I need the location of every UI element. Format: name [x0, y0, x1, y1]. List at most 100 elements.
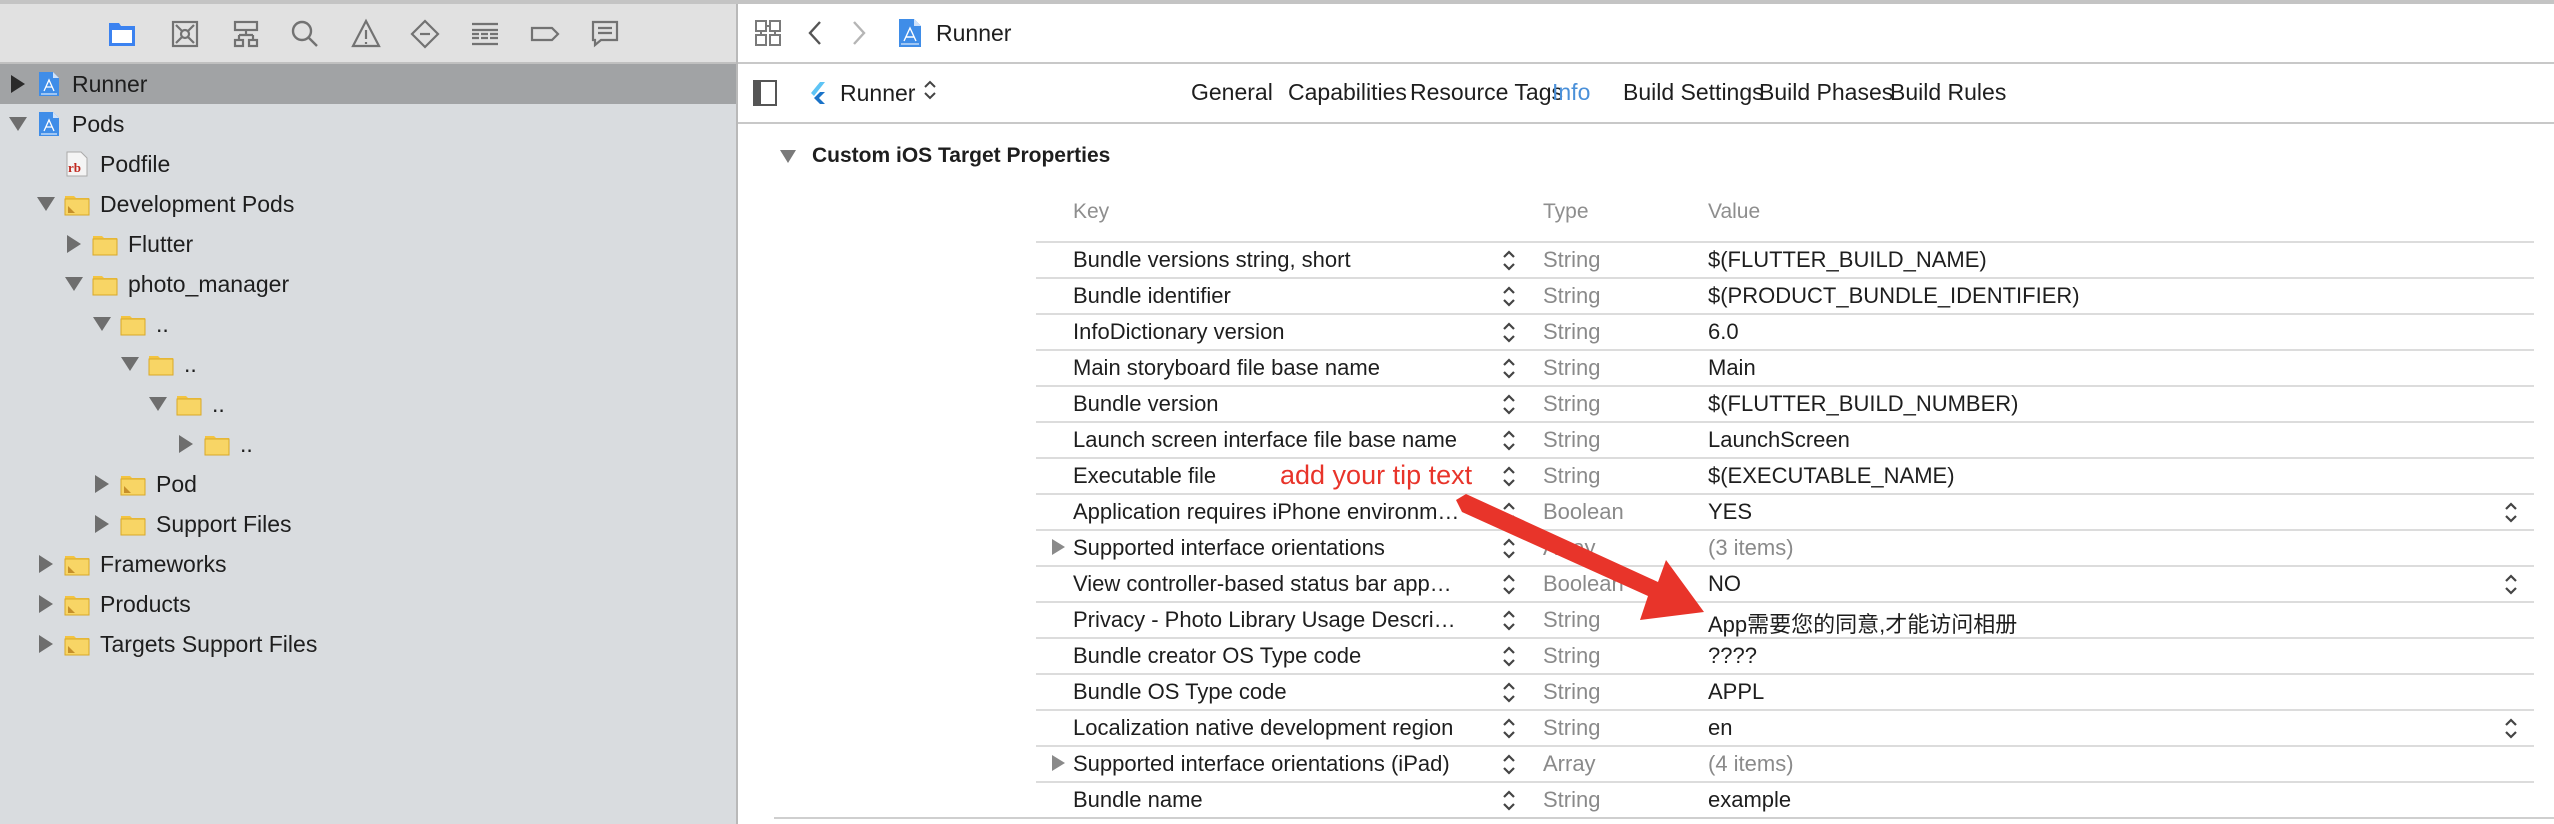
tree-item[interactable]: ..	[0, 384, 736, 424]
value-popup-chevrons-icon[interactable]	[2502, 497, 2520, 527]
key-popup-chevrons-icon[interactable]	[1500, 497, 1518, 527]
plist-row[interactable]: InfoDictionary version String 6.0	[1036, 313, 2534, 349]
plist-row[interactable]: Privacy - Photo Library Usage Descri… Str…	[1036, 601, 2534, 637]
value-popup-chevrons-icon[interactable]	[2502, 713, 2520, 743]
column-header-key[interactable]: Key	[1073, 200, 1109, 224]
disclosure-expanded-icon[interactable]	[148, 394, 168, 414]
disclosure-collapsed-icon[interactable]	[64, 234, 84, 254]
project-navigator-icon[interactable]	[105, 17, 139, 51]
key-popup-chevrons-icon[interactable]	[1500, 641, 1518, 671]
plist-key[interactable]: Supported interface orientations	[1073, 535, 1385, 561]
plist-row[interactable]: Localization native development region St…	[1036, 709, 2534, 745]
plist-key[interactable]: Bundle versions string, short	[1073, 247, 1351, 273]
plist-key[interactable]: Application requires iPhone environm…	[1073, 499, 1459, 525]
plist-value[interactable]: ????	[1708, 643, 1757, 669]
tree-item[interactable]: ..	[0, 344, 736, 384]
plist-type[interactable]: String	[1543, 355, 1600, 381]
issue-navigator-icon[interactable]	[349, 17, 383, 51]
plist-key[interactable]: Localization native development region	[1073, 715, 1453, 741]
plist-row[interactable]: Bundle version String $(FLUTTER_BUILD_NUMB…	[1036, 385, 2534, 421]
plist-type[interactable]: String	[1543, 643, 1600, 669]
symbol-navigator-icon[interactable]	[229, 17, 263, 51]
plist-value[interactable]: (3 items)	[1708, 535, 1794, 561]
plist-key[interactable]: Bundle OS Type code	[1073, 679, 1287, 705]
key-popup-chevrons-icon[interactable]	[1500, 317, 1518, 347]
plist-value[interactable]: Main	[1708, 355, 1756, 381]
disclosure-expanded-icon[interactable]	[120, 354, 140, 374]
plist-type[interactable]: String	[1543, 787, 1600, 813]
plist-type[interactable]: String	[1543, 319, 1600, 345]
plist-row[interactable]: View controller-based status bar app… Boo…	[1036, 565, 2534, 601]
tree-item[interactable]: Runner	[0, 64, 736, 104]
disclosure-collapsed-icon[interactable]	[176, 434, 196, 454]
key-popup-chevrons-icon[interactable]	[1500, 425, 1518, 455]
disclosure-collapsed-icon[interactable]	[36, 634, 56, 654]
plist-type[interactable]: Array	[1543, 751, 1596, 777]
test-navigator-icon[interactable]	[408, 17, 442, 51]
plist-value[interactable]: 6.0	[1708, 319, 1739, 345]
key-popup-chevrons-icon[interactable]	[1500, 785, 1518, 815]
tree-item[interactable]: Pods	[0, 104, 736, 144]
jump-bar-runner[interactable]: Runner	[898, 16, 1011, 50]
plist-key[interactable]: Bundle creator OS Type code	[1073, 643, 1361, 669]
plist-type[interactable]: String	[1543, 247, 1600, 273]
plist-row[interactable]: Bundle name String example	[1036, 781, 2534, 819]
plist-row[interactable]: Bundle OS Type code String APPL	[1036, 673, 2534, 709]
key-popup-chevrons-icon[interactable]	[1500, 461, 1518, 491]
plist-row[interactable]: Executable file String $(EXECUTABLE_NAME)	[1036, 457, 2534, 493]
plist-value[interactable]: $(FLUTTER_BUILD_NUMBER)	[1708, 391, 2019, 417]
plist-value[interactable]: $(PRODUCT_BUNDLE_IDENTIFIER)	[1708, 283, 2080, 309]
target-selector[interactable]: Runner	[808, 76, 937, 110]
key-popup-chevrons-icon[interactable]	[1500, 245, 1518, 275]
plist-value[interactable]: NO	[1708, 571, 1741, 597]
plist-key[interactable]: View controller-based status bar app…	[1073, 571, 1452, 597]
tree-item[interactable]: Products	[0, 584, 736, 624]
disclosure-collapsed-icon[interactable]	[36, 554, 56, 574]
source-control-navigator-icon[interactable]	[168, 17, 202, 51]
tree-item[interactable]: ..	[0, 424, 736, 464]
report-navigator-icon[interactable]	[588, 17, 622, 51]
plist-type[interactable]: String	[1543, 679, 1600, 705]
tree-item[interactable]: Flutter	[0, 224, 736, 264]
plist-key[interactable]: Executable file	[1073, 463, 1216, 489]
tab-info[interactable]: Info	[1552, 79, 1590, 106]
plist-value[interactable]: en	[1708, 715, 1732, 741]
expand-triangle-icon[interactable]	[1052, 539, 1065, 555]
tree-item[interactable]: Development Pods	[0, 184, 736, 224]
tab-build-settings[interactable]: Build Settings	[1623, 79, 1764, 106]
plist-value[interactable]: YES	[1708, 499, 1752, 525]
tab-build-phases[interactable]: Build Phases	[1759, 79, 1893, 106]
forward-chevron-icon[interactable]	[850, 16, 868, 50]
tree-item[interactable]: ..	[0, 304, 736, 344]
value-popup-chevrons-icon[interactable]	[2502, 569, 2520, 599]
key-popup-chevrons-icon[interactable]	[1500, 533, 1518, 563]
plist-value[interactable]: (4 items)	[1708, 751, 1794, 777]
plist-row[interactable]: Supported interface orientations (iPad) A…	[1036, 745, 2534, 781]
plist-key[interactable]: Bundle version	[1073, 391, 1219, 417]
plist-value[interactable]: $(EXECUTABLE_NAME)	[1708, 463, 1955, 489]
plist-key[interactable]: Bundle name	[1073, 787, 1203, 813]
plist-row[interactable]: Bundle identifier String $(PRODUCT_BUNDLE_…	[1036, 277, 2534, 313]
plist-key[interactable]: Main storyboard file base name	[1073, 355, 1380, 381]
debug-navigator-icon[interactable]	[468, 17, 502, 51]
plist-row[interactable]: Bundle creator OS Type code String????	[1036, 637, 2534, 673]
plist-row[interactable]: Launch screen interface file base name St…	[1036, 421, 2534, 457]
disclosure-collapsed-icon[interactable]	[92, 474, 112, 494]
plist-row[interactable]: Supported interface orientations Array (3 …	[1036, 529, 2534, 565]
tab-resource-tags[interactable]: Resource Tags	[1410, 79, 1563, 106]
plist-key[interactable]: Bundle identifier	[1073, 283, 1231, 309]
breakpoint-navigator-icon[interactable]	[528, 17, 562, 51]
plist-type[interactable]: String	[1543, 391, 1600, 417]
tab-general[interactable]: General	[1191, 79, 1273, 106]
plist-row[interactable]: Application requires iPhone environm… Boo…	[1036, 493, 2534, 529]
tab-build-rules[interactable]: Build Rules	[1890, 79, 2006, 106]
plist-row[interactable]: Bundle versions string, short String $(FLU…	[1036, 241, 2534, 277]
tree-item[interactable]: Pod	[0, 464, 736, 504]
disclosure-expanded-icon[interactable]	[92, 314, 112, 334]
key-popup-chevrons-icon[interactable]	[1500, 353, 1518, 383]
disclosure-expanded-icon[interactable]	[36, 194, 56, 214]
plist-type[interactable]: String	[1543, 283, 1600, 309]
plist-value[interactable]: App需要您的同意,才能访问相册	[1708, 607, 2017, 639]
hide-targets-list-icon[interactable]	[752, 76, 778, 110]
plist-type[interactable]: String	[1543, 463, 1600, 489]
